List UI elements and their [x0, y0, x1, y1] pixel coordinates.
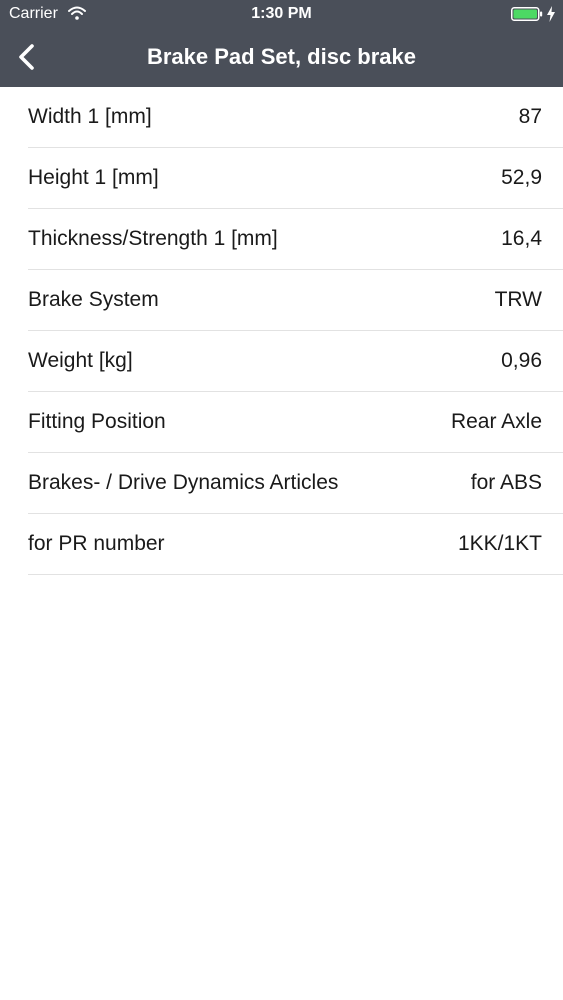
spec-value: 16,4: [501, 227, 542, 250]
status-time: 1:30 PM: [251, 5, 312, 22]
spec-value: 52,9: [501, 166, 542, 189]
bolt-icon: [546, 6, 556, 22]
spec-label: Thickness/Strength 1 [mm]: [28, 227, 278, 250]
screen: Carrier 1:30 PM Brake Pad Set, disc brak…: [0, 0, 563, 1000]
spec-row-fitting-position: Fitting Position Rear Axle: [28, 392, 563, 453]
spec-value: 0,96: [501, 349, 542, 372]
spec-label: Width 1 [mm]: [28, 105, 152, 128]
page-title: Brake Pad Set, disc brake: [146, 44, 417, 69]
spec-value: Rear Axle: [450, 410, 542, 433]
spec-label: Brake System: [28, 288, 159, 311]
battery-icon: [511, 7, 543, 21]
spec-list: Width 1 [mm] 87 Height 1 [mm] 52,9 Thick…: [0, 87, 563, 575]
spec-row-height: Height 1 [mm] 52,9: [28, 148, 563, 209]
spec-value: 87: [518, 105, 542, 128]
spec-row-pr-number: for PR number 1KK/1KT: [28, 514, 563, 575]
status-bar: Carrier 1:30 PM: [0, 0, 563, 28]
nav-bar: Brake Pad Set, disc brake: [0, 28, 563, 87]
spec-value: for ABS: [470, 471, 542, 494]
spec-label: Weight [kg]: [28, 349, 133, 372]
spec-row-dynamics-articles: Brakes- / Drive Dynamics Articles for AB…: [28, 453, 563, 514]
spec-value: 1KK/1KT: [457, 532, 542, 555]
spec-row-thickness: Thickness/Strength 1 [mm] 16,4: [28, 209, 563, 270]
spec-label: Height 1 [mm]: [28, 166, 159, 189]
spec-label: for PR number: [28, 532, 165, 555]
spec-value: TRW: [494, 288, 542, 311]
spec-label: Brakes- / Drive Dynamics Articles: [28, 471, 339, 494]
spec-row-brake-system: Brake System TRW: [28, 270, 563, 331]
spec-row-width: Width 1 [mm] 87: [28, 87, 563, 148]
top-bar: Carrier 1:30 PM Brake Pad Set, disc brak…: [0, 0, 563, 87]
spec-label: Fitting Position: [28, 410, 166, 433]
spec-row-weight: Weight [kg] 0,96: [28, 331, 563, 392]
